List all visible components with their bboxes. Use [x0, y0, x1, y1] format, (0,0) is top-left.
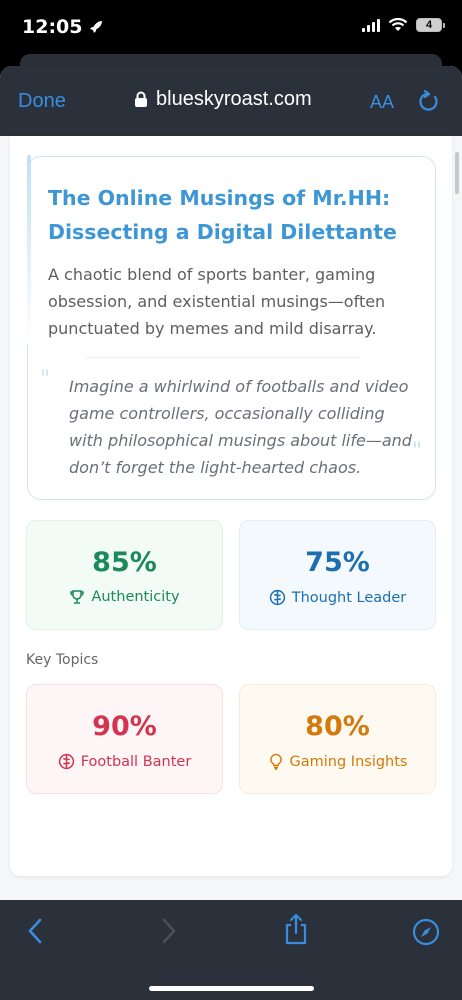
stat-card-authenticity: 85% Authenticity — [26, 520, 223, 630]
browser-toolbar — [0, 900, 462, 1000]
topic-value: 80% — [305, 711, 370, 742]
summary-quote: Imagine a whirlwind of footballs and vid… — [69, 377, 412, 477]
browser-navbar: Done blueskyroast.com AA — [0, 66, 462, 136]
brain-icon — [269, 589, 285, 606]
done-button[interactable]: Done — [18, 90, 66, 113]
battery-level: 4 — [425, 19, 433, 31]
topic-card-football: 90% Football Banter — [26, 684, 223, 794]
clock-text: 12:05 — [22, 16, 83, 38]
back-icon[interactable] — [24, 916, 48, 946]
browser-sheet: Done blueskyroast.com AA The Online Musi… — [0, 66, 462, 1000]
brain-icon — [58, 753, 74, 770]
compass-icon[interactable] — [412, 918, 440, 946]
stat-card-thought-leader: 75% Thought Leader — [239, 520, 436, 630]
address-bar[interactable]: blueskyroast.com — [134, 88, 312, 111]
url-text: blueskyroast.com — [156, 88, 312, 110]
open-quote-icon: " — [40, 367, 51, 392]
signal-icon — [362, 18, 380, 32]
web-content[interactable]: The Online Musings of Mr.HH: Dissecting … — [0, 136, 462, 982]
topic-label-row: Football Banter — [27, 753, 222, 770]
wifi-icon — [388, 18, 408, 31]
key-topics-heading: Key Topics — [26, 652, 99, 668]
status-bar: 12:05 4 — [0, 0, 462, 56]
accent-bar — [27, 155, 31, 345]
close-quote-icon: " — [412, 439, 423, 464]
topic-card-gaming: 80% Gaming Insights — [239, 684, 436, 794]
share-icon[interactable] — [282, 912, 310, 946]
home-indicator[interactable] — [149, 986, 314, 991]
roast-panel: The Online Musings of Mr.HH: Dissecting … — [10, 136, 452, 876]
stat-value: 85% — [92, 547, 157, 578]
battery-icon: 4 — [416, 18, 445, 32]
forward-icon[interactable] — [156, 916, 180, 946]
status-time: 12:05 — [22, 16, 104, 38]
topic-label: Football Banter — [80, 753, 192, 770]
stat-label-row: Thought Leader — [240, 589, 435, 606]
stat-value: 75% — [305, 547, 370, 578]
rocket-icon — [90, 21, 103, 33]
stat-label: Thought Leader — [291, 589, 407, 606]
divider — [86, 357, 361, 358]
topic-value: 90% — [92, 711, 157, 742]
lightbulb-icon — [269, 753, 282, 770]
stat-label-row: Authenticity — [27, 589, 222, 605]
stat-label: Authenticity — [91, 589, 180, 605]
lock-icon — [135, 91, 147, 107]
status-icons: 4 — [362, 18, 445, 32]
topic-label-row: Gaming Insights — [240, 753, 435, 770]
reload-icon[interactable] — [418, 90, 440, 114]
topic-label: Gaming Insights — [289, 753, 408, 770]
summary-card: The Online Musings of Mr.HH: Dissecting … — [27, 155, 436, 500]
scrollbar[interactable] — [455, 152, 459, 194]
trophy-icon — [70, 590, 85, 604]
text-size-button[interactable]: AA — [370, 92, 394, 113]
page-title: The Online Musings of Mr.HH: Dissecting … — [48, 186, 397, 244]
summary-description: A chaotic blend of sports banter, gaming… — [48, 265, 386, 338]
